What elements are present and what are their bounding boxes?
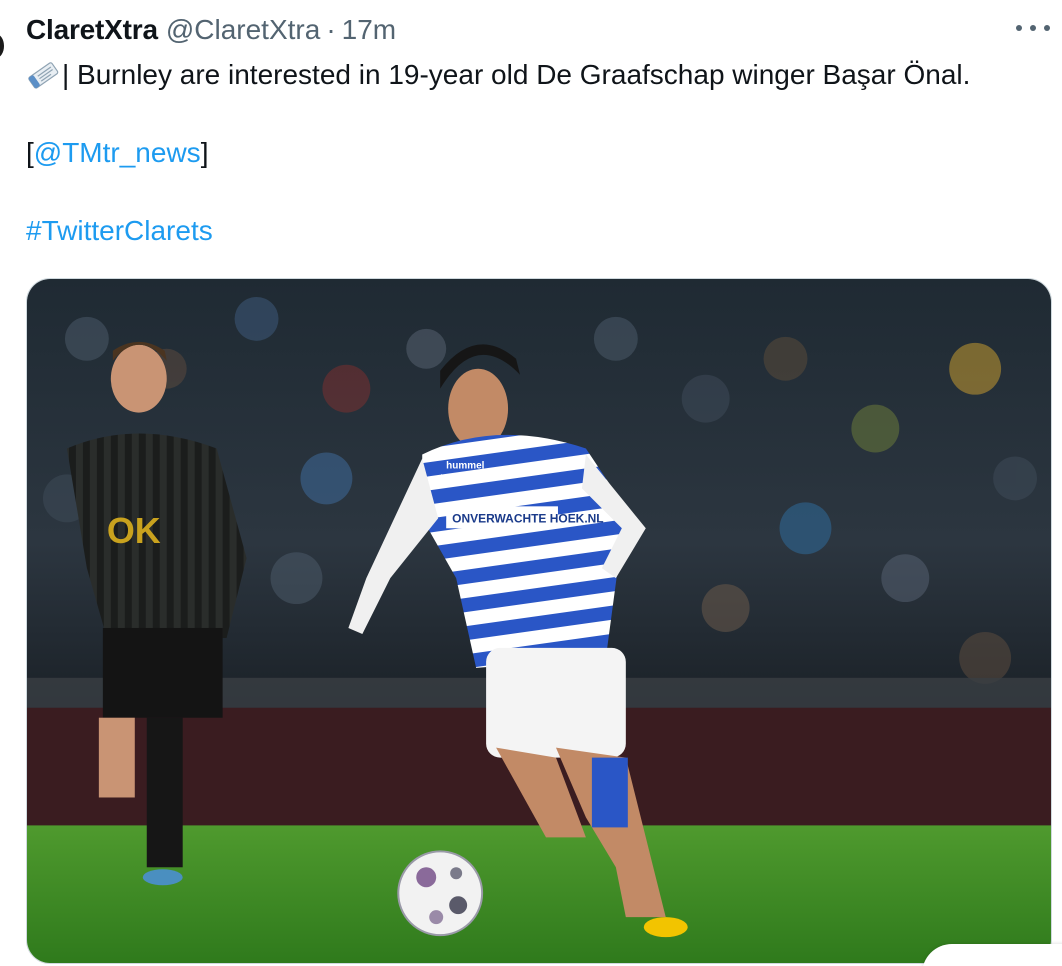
avatar[interactable] — [0, 34, 4, 58]
tweet-photo[interactable]: OK ONVERWACHTE HOEK.NL hummel — [26, 278, 1052, 964]
floating-button[interactable] — [922, 944, 1062, 966]
timestamp[interactable]: 17m — [342, 14, 396, 46]
tweet-text: | Burnley are interested in 19-year old … — [26, 56, 1056, 250]
hashtag-link[interactable]: #TwitterClarets — [26, 212, 213, 250]
tweet-text-line: | Burnley are interested in 19-year old … — [26, 56, 1056, 94]
newspaper-icon — [28, 62, 59, 89]
kit-sponsor-text: ONVERWACHTE HOEK.NL — [452, 511, 603, 525]
tweet-header: ClaretXtra @ClaretXtra · 17m — [26, 12, 396, 48]
user-handle[interactable]: @ClaretXtra — [166, 14, 320, 46]
mention-line: [@TMtr_news] — [26, 134, 1056, 172]
display-name[interactable]: ClaretXtra — [26, 14, 158, 46]
separator: · — [326, 14, 336, 45]
tweet-card[interactable]: ClaretXtra @ClaretXtra · 17m | Burnley a… — [0, 0, 1062, 966]
more-dots-icon[interactable] — [1016, 18, 1050, 38]
tweet-body-text: | Burnley are interested in 19-year old … — [62, 59, 971, 90]
kit-logo-text: OK — [107, 510, 161, 551]
hashtag-line: #TwitterClarets — [26, 212, 1056, 250]
mention-link[interactable]: @TMtr_news — [34, 134, 201, 172]
football — [397, 850, 484, 937]
bracket-close: ] — [200, 137, 209, 168]
football-photo: OK ONVERWACHTE HOEK.NL hummel — [27, 279, 1051, 963]
bracket-open: [ — [26, 137, 34, 168]
kit-brand-text: hummel — [446, 460, 484, 471]
